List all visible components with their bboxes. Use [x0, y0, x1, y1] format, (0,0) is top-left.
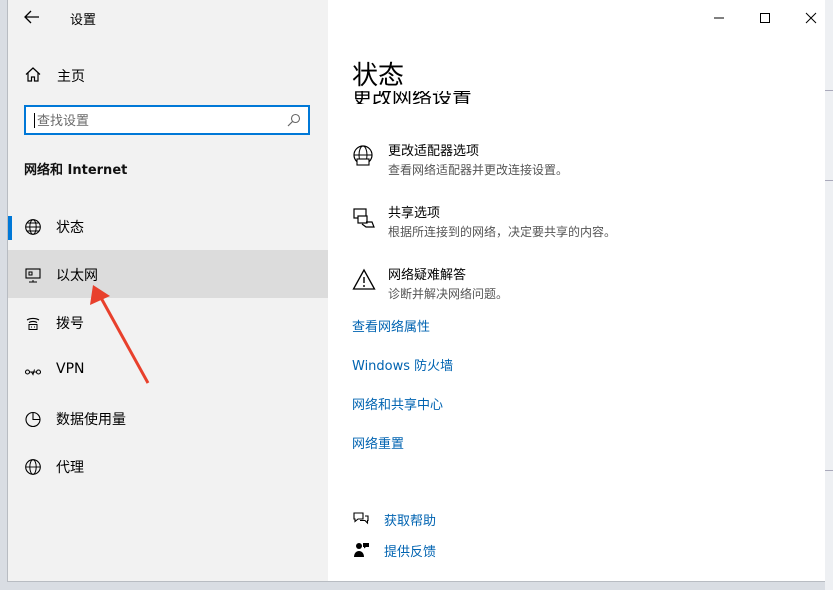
maximize-icon — [760, 13, 770, 23]
option-description: 诊断并解决网络问题。 — [388, 287, 509, 301]
sidebar-item-status[interactable]: 状态 — [8, 202, 328, 250]
sidebar-item-label: 数据使用量 — [56, 412, 126, 428]
option-title: 共享选项 — [388, 206, 441, 221]
dialup-icon — [26, 317, 40, 330]
globe-icon — [25, 219, 41, 235]
sidebar-item-label: VPN — [56, 361, 85, 377]
edge-tick — [825, 470, 833, 471]
home-icon — [25, 67, 41, 82]
link-network-sharing-center[interactable]: 网络和共享中心 — [352, 394, 443, 413]
back-button[interactable] — [20, 5, 44, 29]
edge-tick — [825, 90, 833, 91]
minimize-icon — [714, 17, 724, 19]
option-title: 网络疑难解答 — [388, 268, 467, 283]
option-title: 更改适配器选项 — [388, 144, 480, 159]
get-help-label: 获取帮助 — [384, 514, 437, 529]
data-usage-icon — [25, 411, 41, 428]
sharing-icon — [353, 208, 375, 228]
sidebar-item-label: 代理 — [56, 460, 84, 476]
sidebar: 设置 主页 网络和 Internet 状态 — [8, 0, 328, 581]
link-network-reset[interactable]: 网络重置 — [352, 433, 404, 452]
sidebar-item-dialup[interactable]: 拨号 — [8, 298, 328, 346]
feedback-icon — [354, 543, 369, 557]
settings-window: 设置 主页 网络和 Internet 状态 — [8, 0, 825, 581]
search-input[interactable] — [24, 105, 310, 135]
sidebar-item-home[interactable]: 主页 — [8, 60, 328, 90]
option-description: 查看网络适配器并更改连接设置。 — [388, 163, 569, 177]
get-help-link[interactable]: 获取帮助 — [352, 508, 552, 530]
warning-triangle-icon — [352, 268, 376, 290]
sidebar-item-label: 状态 — [56, 220, 84, 236]
sidebar-item-proxy[interactable]: 代理 — [8, 442, 328, 490]
give-feedback-link[interactable]: 提供反馈 — [352, 539, 552, 561]
option-description: 根据所连接到的网络，决定要共享的内容。 — [388, 225, 617, 239]
selection-indicator — [8, 216, 12, 240]
option-sharing[interactable]: 共享选项 根据所连接到的网络，决定要共享的内容。 — [352, 202, 792, 244]
globe-icon — [25, 459, 41, 475]
close-button[interactable] — [788, 4, 825, 32]
option-change-adapter[interactable]: 更改适配器选项 查看网络适配器并更改连接设置。 — [352, 140, 792, 182]
minimize-button[interactable] — [696, 4, 742, 32]
back-arrow-icon — [24, 10, 39, 24]
help-chat-icon — [353, 512, 369, 525]
clipped-section-heading: 更改网络设置 — [352, 91, 552, 104]
page-title: 状态 — [352, 61, 405, 91]
search-field[interactable] — [35, 111, 279, 131]
maximize-button[interactable] — [742, 4, 788, 32]
option-troubleshoot[interactable]: 网络疑难解答 诊断并解决网络问题。 — [352, 264, 792, 306]
sidebar-item-vpn[interactable]: VPN — [8, 346, 328, 394]
background-window-edge — [825, 0, 833, 590]
search-icon[interactable] — [287, 113, 301, 127]
link-windows-firewall[interactable]: Windows 防火墙 — [352, 355, 453, 374]
give-feedback-label: 提供反馈 — [384, 545, 437, 560]
main-panel: 状态 更改网络设置 更改适配器选项 查看网络适配器并更改连接设置。 共享选项 根… — [328, 0, 825, 581]
section-title: 网络和 Internet — [24, 163, 128, 178]
vpn-icon — [24, 369, 42, 376]
adapter-globe-icon — [353, 145, 373, 166]
link-view-network-properties[interactable]: 查看网络属性 — [352, 316, 430, 335]
sidebar-item-data-usage[interactable]: 数据使用量 — [8, 394, 328, 442]
edge-tick — [825, 180, 833, 181]
ethernet-icon — [25, 268, 41, 283]
close-icon — [805, 12, 817, 24]
app-title: 设置 — [70, 13, 97, 28]
sidebar-item-label: 以太网 — [56, 268, 98, 284]
sidebar-item-home-label: 主页 — [57, 69, 85, 85]
sidebar-item-label: 拨号 — [56, 316, 84, 332]
clipped-heading-text: 更改网络设置 — [352, 91, 472, 104]
sidebar-item-ethernet[interactable]: 以太网 — [8, 250, 328, 298]
